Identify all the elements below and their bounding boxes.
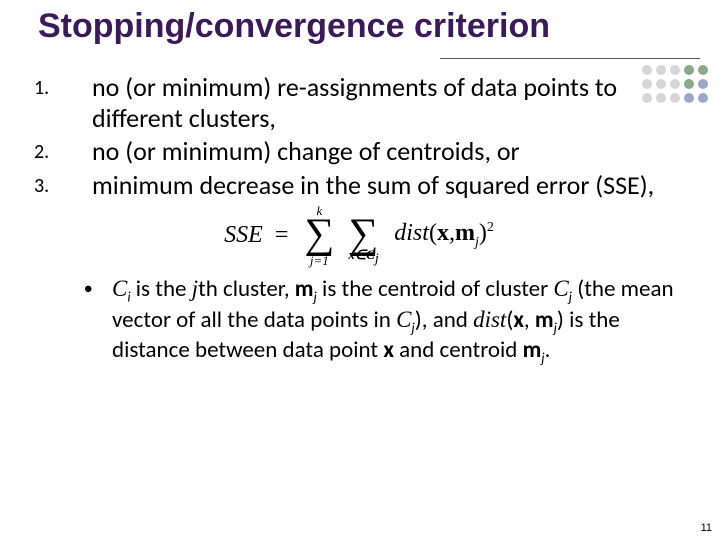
list-text: minimum decrease in the sum of squared e… xyxy=(92,170,690,203)
bullet-item: ● Ci is the jth cluster, mj is the centr… xyxy=(28,275,690,367)
list-number: 3. xyxy=(28,170,92,203)
list-item: 3. minimum decrease in the sum of square… xyxy=(28,170,690,203)
list-text: no (or minimum) re-assignments of data p… xyxy=(92,72,690,136)
eq-close: ) xyxy=(479,220,487,246)
eq-arg-x: x xyxy=(437,220,449,246)
eq-sum2-bottom: x∈Cj xyxy=(348,247,378,268)
list-text: no (or minimum) change of centroids, or xyxy=(92,136,690,169)
sigma-icon: ∑ xyxy=(348,217,378,251)
eq-power: 2 xyxy=(487,220,494,235)
page-number: 11 xyxy=(701,522,712,534)
sse-equation: SSE = k ∑ j=1 ∑ x∈Cj dist(x,mj)2 xyxy=(28,217,690,255)
eq-open: ( xyxy=(429,220,437,246)
eq-sum-outer: k ∑ j=1 xyxy=(304,217,334,255)
page-title: Stopping/convergence criterion xyxy=(38,8,690,45)
list-number: 1. xyxy=(28,72,92,136)
eq-sum1-bottom: j=1 xyxy=(304,253,334,269)
eq-dist: dist xyxy=(394,220,429,246)
eq-lhs: SSE xyxy=(224,222,263,248)
title-underline xyxy=(440,58,700,59)
eq-sum-inner: ∑ x∈Cj xyxy=(348,217,378,255)
list-item: 1. no (or minimum) re-assignments of dat… xyxy=(28,72,690,136)
eq-equals: = xyxy=(275,221,289,250)
bullet-icon: ● xyxy=(84,275,112,367)
bullet-text: Ci is the jth cluster, mj is the centroi… xyxy=(112,275,690,367)
eq-arg-m: m xyxy=(455,220,475,246)
sigma-icon: ∑ xyxy=(304,217,334,251)
list-number: 2. xyxy=(28,136,92,169)
eq-sum1-top: k xyxy=(304,203,334,219)
list-item: 2. no (or minimum) change of centroids, … xyxy=(28,136,690,169)
numbered-list: 1. no (or minimum) re-assignments of dat… xyxy=(28,72,690,203)
content-area: 1. no (or minimum) re-assignments of dat… xyxy=(28,72,690,367)
